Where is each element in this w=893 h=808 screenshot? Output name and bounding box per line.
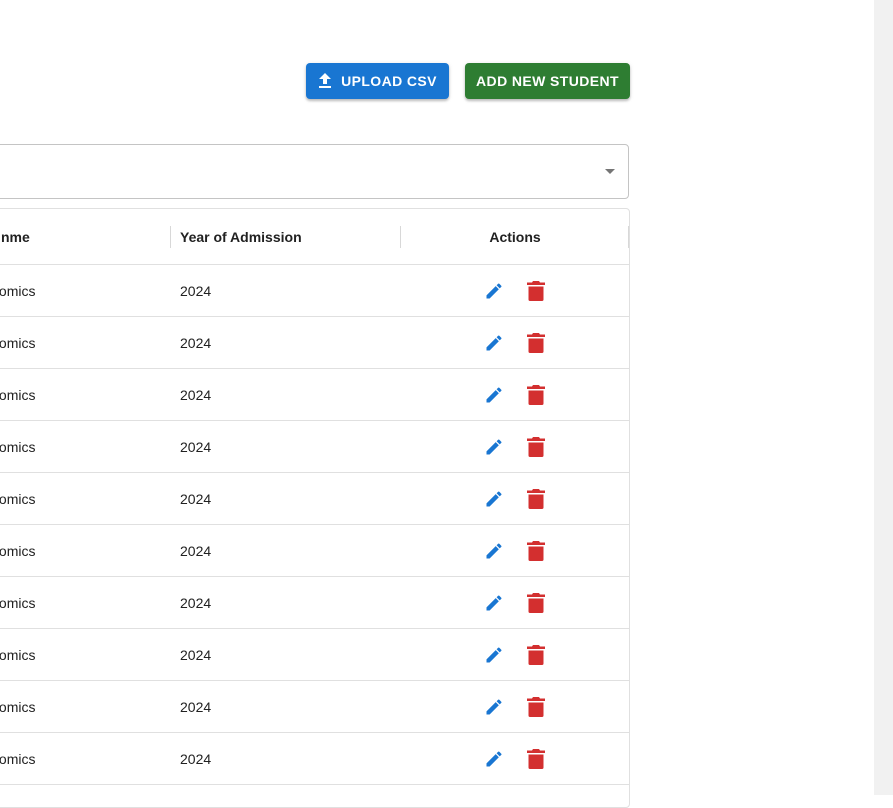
actions-cell [401,525,629,576]
table-row: Economics 2024 [0,265,629,317]
column-header-actions: Actions [489,228,541,245]
table-row: Economics 2024 [0,577,629,629]
programme-cell: Economics [0,317,170,368]
year-of-admission-cell: 2024 [180,490,212,507]
programme-value: Economics [0,386,36,403]
programme-value: Economics [0,334,36,351]
programme-value: Economics [0,490,36,507]
year-of-admission-cell: 2024 [180,386,212,403]
edit-pencil-icon[interactable] [483,644,505,666]
programme-filter-select[interactable] [0,144,629,199]
year-of-admission-cell: 2024 [180,750,212,767]
year-of-admission-cell: 2024 [180,334,212,351]
table-row: Economics 2024 [0,681,629,733]
edit-pencil-icon[interactable] [483,280,505,302]
upload-csv-button[interactable]: UPLOAD CSV [306,63,449,99]
programme-value: Economics [0,438,36,455]
upload-csv-label: UPLOAD CSV [341,73,437,89]
actions-cell [401,681,629,732]
programme-cell: Economics [0,265,170,316]
programme-value: Economics [0,646,36,663]
table-row: Economics 2024 [0,473,629,525]
edit-pencil-icon[interactable] [483,436,505,458]
dropdown-arrow-icon[interactable] [605,169,615,174]
year-of-admission-cell: 2024 [180,698,212,715]
actions-cell [401,473,629,524]
page-scrollbar[interactable] [874,0,893,795]
edit-pencil-icon[interactable] [483,592,505,614]
delete-trash-icon[interactable] [525,280,547,302]
table-row: Economics 2024 [0,629,629,681]
upload-icon [318,73,332,89]
column-header-year-of-admission[interactable]: Year of Admission [180,209,302,264]
column-separator[interactable] [170,226,171,248]
students-table: nme Year of Admission Actions Economics … [0,208,630,808]
programme-value: Economics [0,282,36,299]
actions-cell [401,317,629,368]
delete-trash-icon[interactable] [525,384,547,406]
year-of-admission-cell: 2024 [180,282,212,299]
edit-pencil-icon[interactable] [483,748,505,770]
year-of-admission-cell: 2024 [180,542,212,559]
table-body: Economics 2024 Economics 2024 Economics … [0,265,629,785]
programme-cell: Economics [0,577,170,628]
edit-pencil-icon[interactable] [483,384,505,406]
delete-trash-icon[interactable] [525,696,547,718]
edit-pencil-icon[interactable] [483,696,505,718]
actions-cell [401,421,629,472]
delete-trash-icon[interactable] [525,644,547,666]
programme-cell: Economics [0,733,170,784]
programme-cell: Economics [0,421,170,472]
programme-value: Economics [0,698,36,715]
programme-cell: Economics [0,369,170,420]
programme-value: Economics [0,542,36,559]
actions-cell [401,629,629,680]
delete-trash-icon[interactable] [525,592,547,614]
column-header-programme[interactable]: nme [1,209,30,264]
actions-cell [401,733,629,784]
programme-cell: Economics [0,525,170,576]
delete-trash-icon[interactable] [525,332,547,354]
delete-trash-icon[interactable] [525,748,547,770]
delete-trash-icon[interactable] [525,488,547,510]
programme-value: Economics [0,750,36,767]
table-row: Economics 2024 [0,733,629,785]
table-row: Economics 2024 [0,317,629,369]
add-new-student-button[interactable]: ADD NEW STUDENT [465,63,630,99]
year-of-admission-cell: 2024 [180,646,212,663]
edit-pencil-icon[interactable] [483,488,505,510]
column-separator[interactable] [628,226,629,248]
programme-cell: Economics [0,629,170,680]
edit-pencil-icon[interactable] [483,332,505,354]
table-header: nme Year of Admission Actions [0,209,629,265]
actions-cell [401,265,629,316]
programme-cell: Economics [0,473,170,524]
table-row: Economics 2024 [0,369,629,421]
table-row: Economics 2024 [0,525,629,577]
delete-trash-icon[interactable] [525,436,547,458]
programme-value: Economics [0,594,36,611]
delete-trash-icon[interactable] [525,540,547,562]
year-of-admission-cell: 2024 [180,438,212,455]
programme-cell: Economics [0,681,170,732]
year-of-admission-cell: 2024 [180,594,212,611]
actions-cell [401,577,629,628]
add-new-student-label: ADD NEW STUDENT [476,73,619,89]
actions-cell [401,369,629,420]
table-row: Economics 2024 [0,421,629,473]
edit-pencil-icon[interactable] [483,540,505,562]
